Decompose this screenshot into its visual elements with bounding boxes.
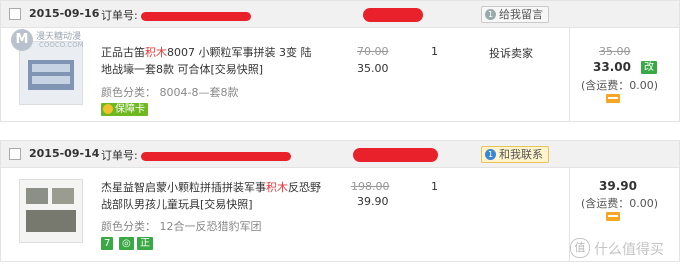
order-header: 2015-09-16 订单号: 1 给我留言 (1, 1, 679, 28)
total-price: 33.00 (593, 60, 631, 74)
watermark-logo: M 漫天糖动漫 COOCO.COM (9, 27, 95, 57)
payment-card-icon (606, 94, 620, 103)
total-original: 35.00 (599, 45, 631, 58)
order-date: 2015-09-16 (29, 7, 100, 20)
order-header: 2015-09-14 订单号: 1 和我联系 (1, 141, 679, 168)
quantity: 1 (431, 45, 438, 58)
payment-card-icon (606, 212, 620, 221)
order-checkbox[interactable] (9, 8, 21, 20)
genuine-badge[interactable]: 正 (137, 237, 153, 250)
order-number-redacted (141, 152, 291, 161)
seven-day-return-badge[interactable]: 7 (101, 237, 114, 250)
quantity: 1 (431, 180, 438, 193)
product-title[interactable]: 杰星益智启蒙小颗粒拼插拼装军事积木反恐野战部队男孩儿童玩具[交易快照] (101, 179, 321, 213)
complain-seller-link[interactable]: 投诉卖家 (489, 45, 533, 61)
smzdm-brand-text: 什么值得买 (594, 242, 664, 258)
product-attributes: 颜色分类： 12合一反恐猎豹军团 (101, 220, 262, 233)
shipping-fee: (含运费：0.00) (581, 197, 659, 210)
contact-me-label: 和我联系 (499, 148, 543, 161)
product-title[interactable]: 正品古笛积木8007 小颗粒军事拼装 3变 陆地战壕一套8款 可合体[交易快照] (101, 44, 321, 78)
modified-price-badge: 改 (641, 61, 657, 74)
order-card: 2015-09-16 订单号: 1 给我留言 M 漫天糖动漫 COOCO.COM… (0, 0, 680, 122)
original-price: 70.00 (357, 45, 389, 58)
watermark-subtext: COOCO.COM (39, 41, 84, 49)
contact-me-button[interactable]: 1 和我联系 (481, 146, 549, 163)
product-image[interactable] (19, 179, 83, 243)
service-badge[interactable]: ◎ (119, 237, 134, 250)
leave-message-label: 给我留言 (499, 8, 543, 21)
order-date: 2015-09-14 (29, 147, 100, 160)
smzdm-watermark: 值 什么值得买 (570, 234, 676, 262)
order-number-label: 订单号: (101, 149, 138, 162)
message-icon: 1 (485, 9, 496, 20)
column-divider (569, 28, 570, 121)
unit-price: 39.90 (357, 195, 389, 208)
shipping-fee: (含运费：0.00) (581, 79, 659, 92)
order-number-label: 订单号: (101, 9, 138, 22)
leave-message-button[interactable]: 1 给我留言 (481, 6, 549, 23)
contact-icon: 1 (485, 149, 496, 160)
redaction-mark (353, 148, 438, 162)
original-price: 198.00 (351, 180, 390, 193)
smzdm-logo-icon: 值 (570, 238, 590, 258)
unit-price: 35.00 (357, 62, 389, 75)
watermark-icon: M (11, 29, 33, 51)
total-price: 39.90 (599, 179, 637, 193)
product-attributes: 颜色分类： 8004-8—套8款 (101, 86, 239, 99)
order-number-redacted (141, 12, 251, 21)
guarantee-card-badge[interactable]: 保障卡 (101, 103, 148, 116)
redaction-mark (363, 8, 423, 22)
order-checkbox[interactable] (9, 148, 21, 160)
guarantee-icon (103, 104, 113, 114)
